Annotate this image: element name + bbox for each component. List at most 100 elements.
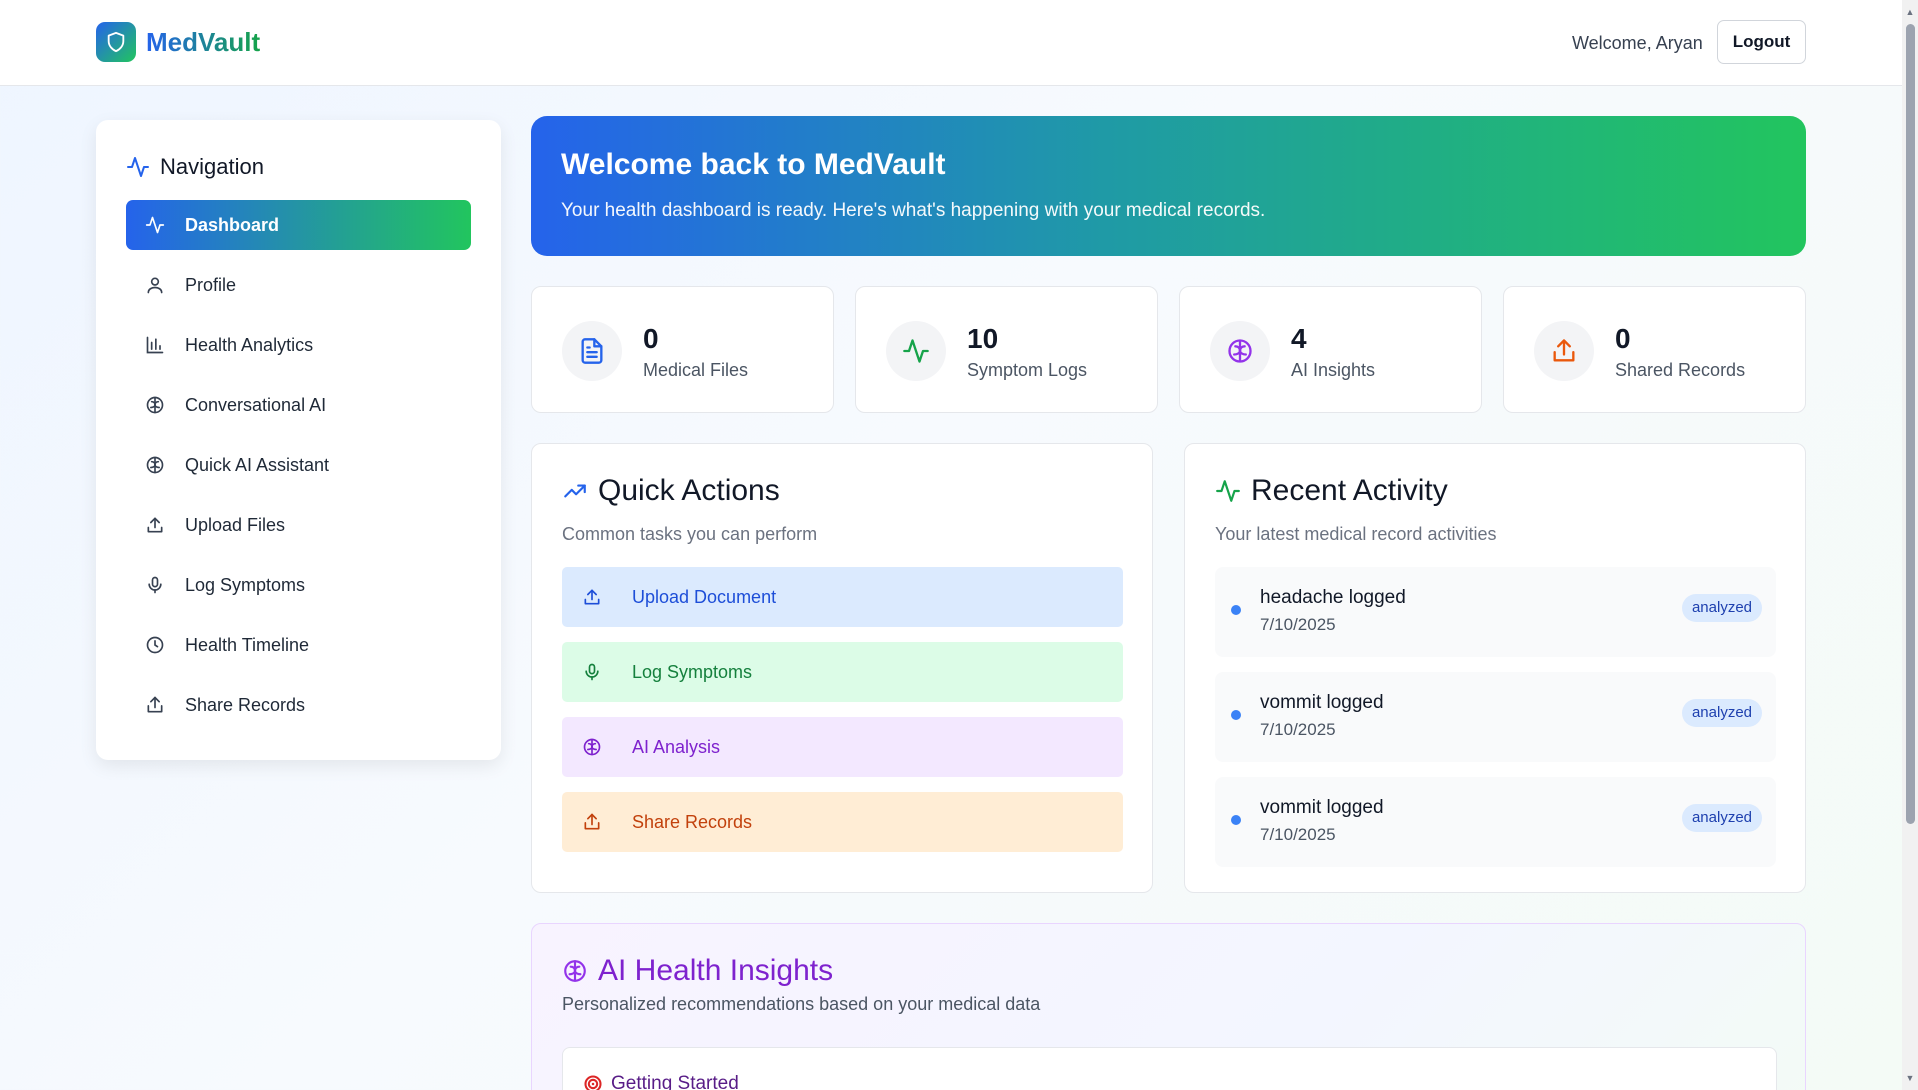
sidebar-item-log-symptoms[interactable]: Log Symptoms — [126, 560, 471, 610]
sidebar-item-quick-ai-assistant[interactable]: Quick AI Assistant — [126, 440, 471, 490]
button-label: Log Symptoms — [632, 661, 753, 682]
activity-date: 7/10/2025 — [1260, 615, 1336, 634]
status-badge: analyzed — [1681, 594, 1762, 622]
app-header: MedVault Welcome, Aryan Logout — [0, 0, 1902, 86]
list-item[interactable]: headache logged 7/10/2025 analyzed — [1215, 567, 1776, 657]
panel-title-text: Quick Actions — [598, 474, 780, 507]
shield-icon — [96, 22, 136, 62]
activity-date: 7/10/2025 — [1260, 825, 1336, 844]
status-badge: analyzed — [1681, 804, 1762, 832]
share-records-button[interactable]: Share Records — [562, 792, 1123, 852]
welcome-subtitle: Your health dashboard is ready. Here's w… — [561, 200, 1266, 221]
activity-icon — [886, 321, 946, 381]
sidebar-item-label: Log Symptoms — [185, 574, 306, 595]
logout-button[interactable]: Logout — [1717, 20, 1806, 64]
insight-card-title-text: Getting Started — [611, 1073, 739, 1090]
sidebar-item-dashboard[interactable]: Dashboard — [126, 200, 471, 250]
sidebar-item-health-timeline[interactable]: Health Timeline — [126, 620, 471, 670]
mic-icon — [582, 662, 602, 682]
welcome-user: Welcome, Aryan — [1572, 33, 1703, 53]
status-dot — [1231, 605, 1241, 615]
list-item[interactable]: vommit logged 7/10/2025 analyzed — [1215, 777, 1776, 867]
upload-icon — [582, 587, 602, 607]
stat-label: Medical Files — [643, 360, 749, 380]
brain-icon — [145, 395, 165, 415]
bar-chart-icon — [145, 335, 165, 355]
activity-icon — [126, 155, 150, 179]
quick-actions-subtitle: Common tasks you can perform — [562, 524, 818, 544]
button-label: Share Records — [632, 811, 753, 832]
stat-value: 4 — [1291, 323, 1307, 354]
insight-card[interactable]: Getting Started — [562, 1047, 1777, 1090]
insights-subtitle: Personalized recommendations based on yo… — [562, 994, 1041, 1014]
user-icon — [145, 275, 165, 295]
panel-title-text: Recent Activity — [1251, 474, 1448, 507]
log-symptoms-button[interactable]: Log Symptoms — [562, 642, 1123, 702]
panel-title-text: AI Health Insights — [598, 954, 834, 987]
share-icon — [582, 812, 602, 832]
stat-card-symptom-logs: 10 Symptom Logs — [855, 286, 1158, 413]
sidebar-item-label: Health Timeline — [185, 634, 310, 655]
nav-title: Navigation — [126, 154, 264, 180]
stat-card-shared-records: 0 Shared Records — [1503, 286, 1806, 413]
recent-activity-panel: Recent Activity Your latest medical reco… — [1184, 443, 1806, 893]
stat-label: Symptom Logs — [967, 360, 1088, 380]
activity-icon — [145, 215, 165, 235]
target-icon — [583, 1074, 603, 1090]
sidebar: Navigation Dashboard Profile Health Anal… — [96, 120, 501, 760]
file-icon — [562, 321, 622, 381]
sidebar-item-label: Dashboard — [185, 214, 280, 235]
stat-card-medical-files: 0 Medical Files — [531, 286, 834, 413]
scroll-up-arrow-icon[interactable]: ▲ — [1904, 6, 1916, 18]
sidebar-item-conversational-ai[interactable]: Conversational AI — [126, 380, 471, 430]
activity-date: 7/10/2025 — [1260, 720, 1336, 739]
scroll-thumb[interactable] — [1906, 24, 1915, 824]
welcome-title: Welcome back to MedVault — [561, 148, 946, 181]
scroll-down-arrow-icon[interactable]: ▼ — [1904, 1072, 1916, 1084]
ai-analysis-button[interactable]: AI Analysis — [562, 717, 1123, 777]
insights-title: AI Health Insights — [562, 954, 833, 988]
stat-label: AI Insights — [1291, 360, 1376, 380]
list-item[interactable]: vommit logged 7/10/2025 analyzed — [1215, 672, 1776, 762]
sidebar-item-label: Share Records — [185, 694, 306, 715]
activity-title: headache logged — [1260, 587, 1406, 608]
sidebar-item-upload-files[interactable]: Upload Files — [126, 500, 471, 550]
sidebar-item-label: Upload Files — [185, 514, 286, 535]
ai-health-insights-panel: AI Health Insights Personalized recommen… — [531, 923, 1806, 1090]
status-badge: analyzed — [1681, 699, 1762, 727]
stat-value: 10 — [967, 323, 999, 354]
sidebar-item-label: Quick AI Assistant — [185, 454, 330, 475]
button-label: AI Analysis — [632, 736, 721, 757]
activity-list: headache logged 7/10/2025 analyzed vommi… — [1215, 567, 1776, 882]
brand[interactable]: MedVault — [96, 22, 260, 62]
clock-icon — [145, 635, 165, 655]
brain-icon — [145, 455, 165, 475]
quick-actions-title: Quick Actions — [562, 474, 780, 508]
brain-icon — [562, 958, 588, 984]
sidebar-item-label: Health Analytics — [185, 334, 314, 355]
insight-card-title: Getting Started — [583, 1073, 739, 1090]
upload-document-button[interactable]: Upload Document — [562, 567, 1123, 627]
sidebar-item-label: Conversational AI — [185, 394, 327, 415]
stat-label: Shared Records — [1615, 360, 1746, 380]
sidebar-item-share-records[interactable]: Share Records — [126, 680, 471, 730]
welcome-banner: Welcome back to MedVault Your health das… — [531, 116, 1806, 256]
share-icon — [145, 695, 165, 715]
nav-list: Dashboard Profile Health Analytics Conve… — [126, 200, 471, 740]
activity-icon — [1215, 478, 1241, 504]
nav-title-text: Navigation — [160, 154, 264, 179]
stat-card-ai-insights: 4 AI Insights — [1179, 286, 1482, 413]
sidebar-item-health-analytics[interactable]: Health Analytics — [126, 320, 471, 370]
sidebar-item-profile[interactable]: Profile — [126, 260, 471, 310]
brain-icon — [582, 737, 602, 757]
status-dot — [1231, 710, 1241, 720]
trending-up-icon — [562, 478, 588, 504]
button-label: Upload Document — [632, 586, 777, 607]
sidebar-item-label: Profile — [185, 274, 237, 295]
stat-value: 0 — [1615, 323, 1631, 354]
recent-activity-title: Recent Activity — [1215, 474, 1448, 508]
status-dot — [1231, 815, 1241, 825]
brand-name: MedVault — [146, 26, 261, 57]
activity-title: vommit logged — [1260, 797, 1384, 818]
quick-actions-list: Upload Document Log Symptoms AI Analysis… — [562, 567, 1123, 867]
